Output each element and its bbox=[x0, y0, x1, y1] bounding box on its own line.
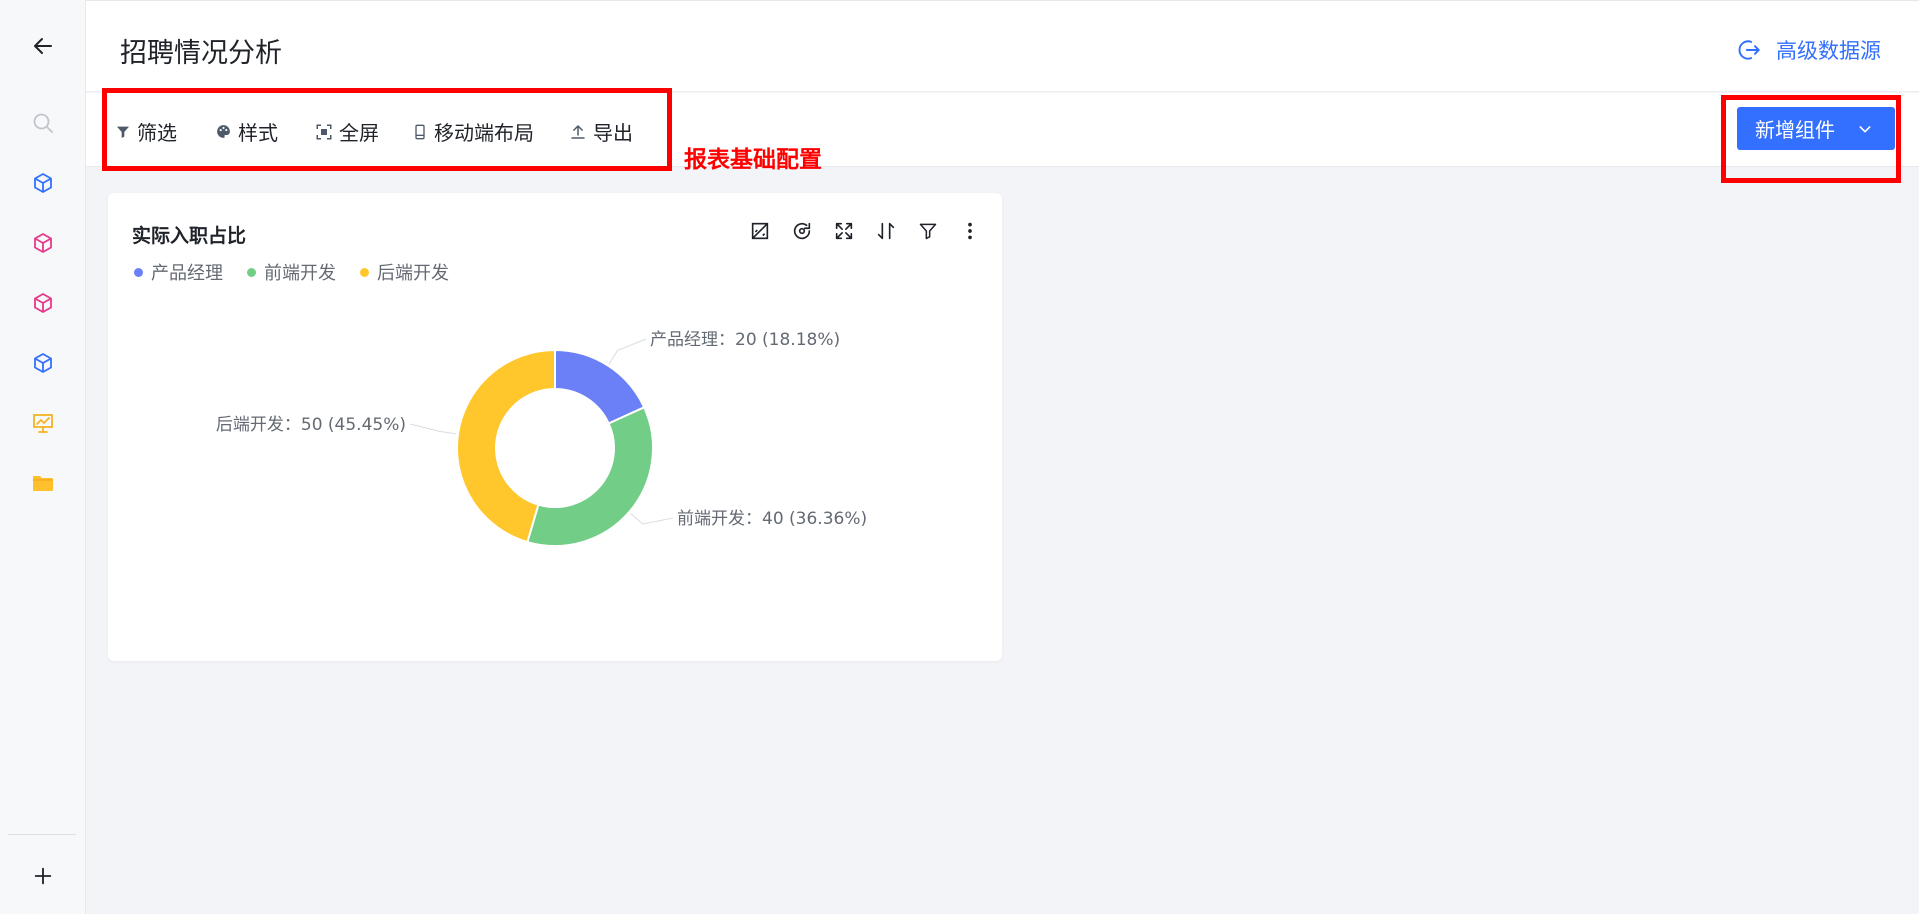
add-button[interactable] bbox=[0, 856, 86, 896]
cube-icon bbox=[34, 233, 52, 253]
leader-line-product-manager bbox=[608, 338, 647, 365]
cube-icon bbox=[34, 293, 52, 313]
donut-slice-frontend[interactable] bbox=[526, 405, 654, 547]
data-label-product-manager: 产品经理：20 (18.18%) bbox=[650, 330, 840, 350]
leader-line-backend bbox=[409, 423, 457, 435]
advanced-datasource-link[interactable]: 高级数据源 bbox=[1736, 35, 1881, 65]
data-label-frontend: 前端开发：40 (36.36%) bbox=[677, 509, 867, 529]
page-title: 招聘情况分析 bbox=[120, 38, 282, 69]
chart-card: 实际入职占比 产品经理 前端开发 后端开发 产品经理：20 (18.18%) 前… bbox=[108, 193, 1002, 661]
sidebar-item-dashboard[interactable] bbox=[0, 403, 86, 443]
plus-icon bbox=[34, 867, 52, 885]
annotation-text: 报表基础配置 bbox=[684, 147, 822, 173]
sidebar-search-button[interactable] bbox=[0, 103, 86, 143]
sidebar-item-dataset-3[interactable] bbox=[0, 283, 86, 323]
donut-chart: 产品经理：20 (18.18%) 前端开发：40 (36.36%) 后端开发：50 … bbox=[216, 330, 867, 547]
sidebar bbox=[0, 0, 86, 914]
sidebar-divider bbox=[8, 834, 76, 835]
search-icon bbox=[33, 113, 53, 133]
presentation-chart-icon bbox=[33, 414, 53, 433]
cube-icon bbox=[34, 353, 52, 373]
advanced-datasource-label: 高级数据源 bbox=[1776, 39, 1881, 63]
leader-line-frontend bbox=[630, 513, 674, 525]
sidebar-item-dataset-1[interactable] bbox=[0, 163, 86, 203]
page-header: 招聘情况分析 高级数据源 bbox=[86, 0, 1919, 92]
sidebar-item-dataset-4[interactable] bbox=[0, 343, 86, 383]
sidebar-item-folder[interactable] bbox=[0, 463, 86, 503]
back-button[interactable] bbox=[0, 26, 86, 66]
sidebar-item-dataset-2[interactable] bbox=[0, 223, 86, 263]
annotation-box-toolbar bbox=[102, 88, 672, 171]
logout-icon bbox=[1738, 40, 1760, 60]
cube-icon bbox=[34, 173, 52, 193]
data-label-backend: 后端开发：50 (45.45%) bbox=[216, 415, 406, 435]
arrow-left-icon bbox=[34, 38, 52, 54]
folder-icon bbox=[33, 476, 53, 491]
annotation-box-add-component bbox=[1721, 95, 1901, 183]
